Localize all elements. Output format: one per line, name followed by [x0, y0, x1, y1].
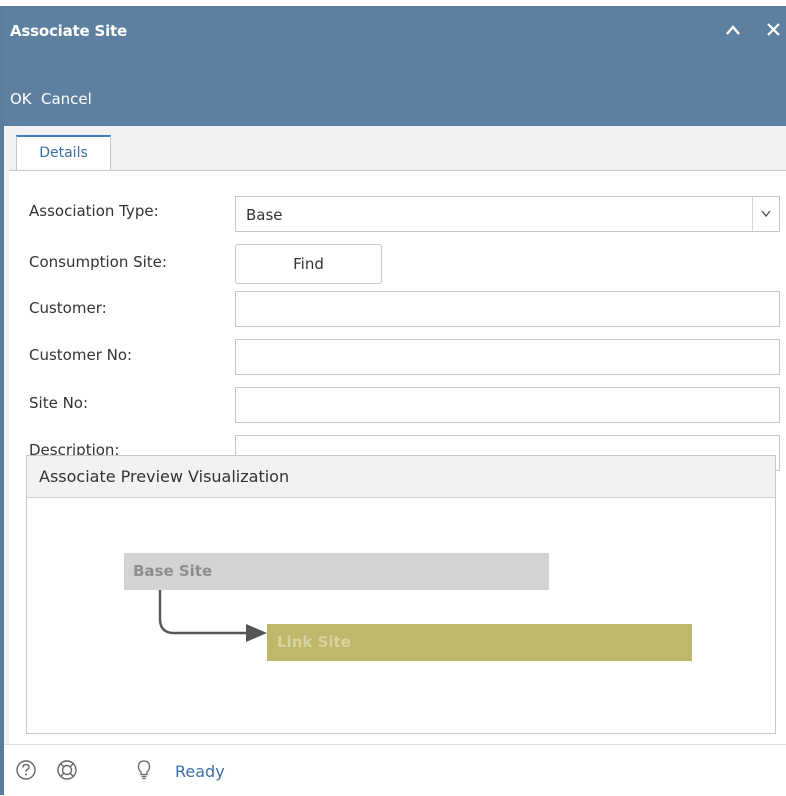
find-button[interactable]: Find: [235, 244, 382, 284]
link-site-node: Link Site: [267, 624, 692, 661]
association-type-select[interactable]: Base: [235, 196, 780, 232]
ok-button[interactable]: OK: [10, 90, 32, 108]
customer-no-field[interactable]: [235, 339, 780, 375]
close-icon[interactable]: [762, 16, 786, 44]
association-type-value: Base: [246, 206, 283, 224]
title-bar: Associate Site: [0, 6, 786, 60]
details-panel: Association Type: Base Consumption Site:…: [9, 170, 786, 744]
cancel-button[interactable]: Cancel: [41, 90, 92, 108]
help-icon[interactable]: [15, 759, 37, 781]
associate-preview-panel: Associate Preview Visualization Base Sit…: [26, 455, 776, 734]
customer-no-label: Customer No:: [29, 346, 133, 364]
chevron-down-icon[interactable]: [752, 197, 779, 231]
dialog-content: Details Association Type: Base Consumpti…: [4, 126, 786, 744]
chevron-up-icon[interactable]: [721, 16, 745, 44]
tab-details[interactable]: Details: [16, 135, 111, 171]
associate-site-dialog: Associate Site OK Cancel Details Associa…: [0, 6, 786, 796]
site-no-label: Site No:: [29, 394, 89, 412]
status-bar: Ready: [4, 744, 786, 796]
status-text: Ready: [175, 762, 225, 781]
toolbar: OK Cancel: [0, 60, 786, 126]
customer-label: Customer:: [29, 299, 107, 317]
association-type-label: Association Type:: [29, 202, 159, 220]
site-no-field[interactable]: [235, 387, 780, 423]
lightbulb-icon[interactable]: [133, 759, 155, 781]
consumption-site-label: Consumption Site:: [29, 253, 167, 271]
association-arrow: [158, 590, 267, 642]
customer-field[interactable]: [235, 291, 780, 327]
dialog-title: Associate Site: [10, 22, 127, 40]
link-site-label: Link Site: [277, 633, 351, 651]
support-icon[interactable]: [56, 759, 78, 781]
tab-bar: Details: [4, 126, 786, 171]
